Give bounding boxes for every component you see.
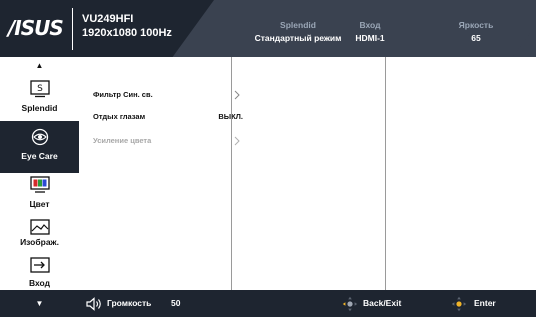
scroll-down-icon[interactable]: ▼	[0, 290, 79, 317]
volume-value: 50	[171, 298, 181, 308]
sidebar-item-label: Eye Care	[21, 151, 58, 161]
status-brightness-value: 65	[471, 33, 481, 43]
joystick-press-icon	[451, 296, 467, 312]
joystick-left-icon	[342, 296, 358, 312]
splendid-icon: S	[30, 80, 50, 98]
input-icon	[30, 257, 50, 273]
asus-logo: /ISUS	[8, 16, 64, 40]
status-input-value: HDMI-1	[355, 33, 385, 43]
image-icon	[30, 219, 50, 235]
menu-item-label: Отдых глазам	[93, 112, 146, 121]
panel-divider	[385, 57, 386, 290]
menu-item-label: Усиление цвета	[93, 136, 152, 145]
sidebar-item-eye-care[interactable]: Eye Care	[0, 121, 79, 173]
enter-label: Enter	[474, 298, 496, 308]
sidebar-item-splendid[interactable]: S Splendid	[0, 72, 79, 127]
status-input: Вход HDMI-1	[330, 20, 410, 44]
sidebar-item-label: Splendid	[21, 103, 58, 113]
menu-item-label: Фильтр Син. св.	[93, 90, 153, 99]
status-input-key: Вход	[359, 20, 381, 30]
color-icon	[30, 176, 50, 193]
resolution-info: 1920x1080 100Hz	[82, 27, 172, 39]
chevron-right-icon	[234, 136, 240, 146]
sidebar-item-input[interactable]: Вход	[0, 254, 79, 290]
status-brightness-key: Яркость	[458, 20, 494, 30]
speaker-icon	[86, 297, 101, 311]
model-name: VU249HFI	[82, 13, 134, 25]
main-menu-sidebar: ▲ S Splendid Eye Care Цвет Изображ. Вход	[0, 57, 79, 290]
sidebar-item-label: Вход	[28, 278, 51, 288]
sidebar-item-label: Изображ.	[20, 237, 59, 247]
panel-divider	[231, 57, 232, 290]
menu-item-color-augmentation: Усиление цвета	[93, 133, 243, 149]
svg-text:S: S	[37, 84, 43, 94]
chevron-right-icon	[234, 90, 240, 100]
menu-item-blue-light-filter[interactable]: Фильтр Син. св.	[93, 87, 243, 103]
volume-label: Громкость	[107, 298, 152, 308]
eye-icon	[31, 128, 49, 146]
status-brightness: Яркость 65	[416, 20, 536, 44]
sidebar-item-label: Цвет	[29, 199, 50, 209]
scroll-up-icon[interactable]: ▲	[0, 61, 79, 71]
menu-item-eye-rest[interactable]: Отдых глазам ВЫКЛ.	[93, 109, 243, 125]
back-exit-label: Back/Exit	[363, 298, 402, 308]
header-divider	[72, 8, 73, 50]
osd-header: /ISUS VU249HFI 1920x1080 100Hz Splendid …	[0, 0, 536, 57]
submenu-area: Фильтр Син. св. Отдых глазам ВЫКЛ. Усиле…	[79, 57, 536, 290]
osd-footer: ▼ Громкость 50 Back/Exit Enter	[0, 290, 536, 317]
